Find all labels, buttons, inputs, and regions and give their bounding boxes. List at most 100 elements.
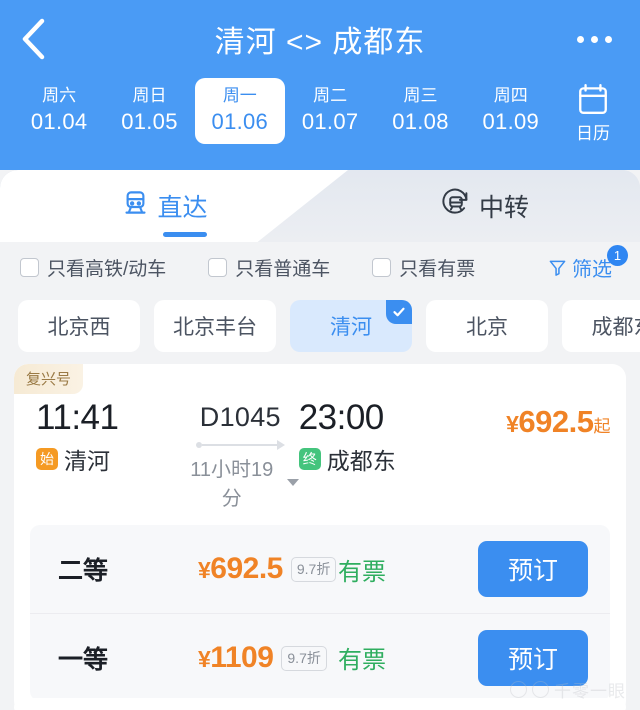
arrival-station-line: 终 成都东 — [298, 442, 455, 476]
date-strip: 周六 01.04 周日 01.05 周一 01.06 周二 01.07 周三 0… — [0, 78, 640, 166]
discount-badge: 9.7折 — [281, 645, 327, 671]
station-chip-beijingxi[interactable]: 北京西 — [18, 300, 140, 352]
route-arrow-icon — [276, 440, 285, 450]
date-item-0[interactable]: 周六 01.04 — [14, 78, 104, 144]
seat-price-value: 1109 — [210, 640, 274, 674]
station-chip-row[interactable]: 北京西 北京丰台 清河 北京 成都东 — [0, 292, 640, 364]
date-item-1[interactable]: 周日 01.05 — [104, 78, 194, 144]
duration-expander[interactable]: 11小时19分 — [182, 453, 299, 511]
train-search-results-screen: 清河 <> 成都东 周六 01.04 周日 01.05 周一 01.06 周二 — [0, 0, 640, 710]
date-item-4[interactable]: 周三 01.08 — [375, 78, 465, 144]
page-title: 清河 <> 成都东 — [214, 26, 426, 59]
more-horizontal-icon[interactable] — [562, 0, 626, 78]
more-dot-2 — [590, 35, 598, 43]
start-station-badge: 始 — [36, 448, 58, 470]
date-value: 01.09 — [482, 109, 540, 134]
train-front-icon — [122, 189, 149, 223]
seat-availability: 有票 — [338, 558, 386, 586]
nav-bar: 清河 <> 成都东 — [0, 0, 640, 78]
departure-block: 11:41 始 清河 — [36, 396, 182, 476]
station-chip-label: 北京丰台 — [173, 316, 257, 339]
train-result-card[interactable]: 复兴号 11:41 始 清河 D1045 11小时19分 23:00 终 成都东… — [14, 364, 626, 710]
seat-price-block: ¥692.5 9.7折 — [198, 552, 338, 586]
date-value: 01.04 — [30, 109, 88, 134]
tab-direct-label: 直达 — [157, 194, 208, 222]
seat-price: ¥692.5 — [198, 552, 283, 586]
filter-label: 筛选 — [572, 258, 612, 281]
date-item-2-selected[interactable]: 周一 01.06 — [194, 78, 285, 144]
duration-label: 11小时19分 — [190, 459, 274, 510]
checkbox-available-only[interactable]: 只看有票 — [372, 254, 475, 281]
date-value: 01.08 — [392, 109, 449, 134]
date-item-3[interactable]: 周二 01.07 — [285, 78, 375, 144]
results-panel: 直达 中转 只看高铁/动车 只看普通车 只看有票 筛选 1 北京西 北京丰台 清… — [0, 170, 640, 710]
date-value: 01.06 — [211, 109, 269, 134]
filter-badge-count: 1 — [607, 244, 628, 266]
seat-row-second-class: 二等 ¥692.5 9.7折 有票 预订 — [30, 525, 610, 613]
app-header: 清河 <> 成都东 周六 01.04 周日 01.05 周一 01.06 周二 — [0, 0, 640, 170]
date-weekday: 周三 — [403, 86, 438, 105]
checkbox-box — [372, 257, 392, 277]
date-weekday: 周四 — [493, 86, 528, 105]
filter-button[interactable]: 筛选 1 — [548, 244, 628, 282]
station-chip-label: 北京 — [466, 316, 508, 339]
calendar-label: 日历 — [575, 124, 610, 143]
checkbox-label: 只看有票 — [399, 258, 476, 280]
station-chip-label: 清河 — [330, 316, 372, 339]
date-weekday: 周一 — [222, 86, 257, 105]
checkbox-high-speed-only[interactable]: 只看高铁/动车 — [20, 254, 166, 281]
departure-time: 11:41 — [36, 398, 119, 437]
calendar-icon — [576, 82, 610, 121]
seat-class-name: 一等 — [58, 645, 109, 674]
departure-station-line: 始 清河 — [36, 442, 182, 476]
checkbox-box — [20, 257, 39, 277]
price-from-suffix: 起 — [593, 417, 611, 436]
filter-row: 只看高铁/动车 只看普通车 只看有票 筛选 1 — [0, 242, 640, 292]
date-value: 01.07 — [301, 109, 359, 134]
checkbox-regular-only[interactable]: 只看普通车 — [208, 254, 330, 281]
more-dot-3 — [604, 35, 612, 43]
tab-bar: 直达 中转 — [0, 170, 640, 242]
train-transfer-icon — [441, 188, 471, 225]
checkbox-label: 只看普通车 — [235, 258, 331, 280]
checkbox-label: 只看高铁/动车 — [47, 258, 167, 280]
tab-transfer[interactable]: 中转 — [330, 170, 640, 242]
station-chip-qinghe-selected[interactable]: 清河 — [290, 300, 412, 352]
chevron-down-icon — [286, 478, 299, 486]
date-weekday: 周二 — [313, 86, 348, 105]
station-chip-chengdudong[interactable]: 成都东 — [562, 300, 640, 352]
arrival-time: 23:00 — [298, 398, 385, 437]
calendar-button[interactable]: 日历 — [556, 78, 630, 145]
check-icon — [386, 300, 412, 324]
date-value: 01.05 — [121, 109, 178, 134]
more-dot-1 — [576, 35, 584, 43]
seat-price: ¥1109 — [198, 640, 274, 675]
book-button[interactable]: 预订 — [478, 629, 588, 686]
lowest-price: ¥692.5起 — [454, 404, 610, 440]
seat-row-first-class: 一等 ¥1109 9.7折 有票 预订 — [30, 613, 610, 701]
book-button[interactable]: 预订 — [478, 541, 588, 597]
route-line — [195, 439, 285, 451]
back-icon[interactable] — [0, 0, 66, 78]
seat-class-table: 二等 ¥692.5 9.7折 有票 预订 一等 ¥1109 9.7折 有票 预订 — [30, 525, 610, 701]
seat-class-name: 二等 — [58, 557, 109, 585]
lowest-price-block: ¥692.5起 — [454, 396, 610, 440]
date-item-5[interactable]: 周四 01.09 — [466, 78, 556, 144]
seat-availability: 有票 — [338, 647, 386, 674]
discount-badge: 9.7折 — [290, 557, 337, 582]
currency-symbol: ¥ — [198, 557, 211, 583]
date-weekday: 周六 — [42, 86, 77, 105]
lowest-price-value: 692.5 — [518, 404, 594, 439]
station-chip-beijing[interactable]: 北京 — [426, 300, 548, 352]
departure-station-name: 清河 — [64, 448, 110, 474]
currency-symbol: ¥ — [506, 411, 519, 437]
station-chip-label: 北京西 — [47, 316, 111, 339]
tab-active-indicator — [163, 232, 207, 237]
train-middle-block: D1045 11小时19分 — [182, 396, 299, 511]
train-number: D1045 — [199, 402, 281, 432]
next-result-card-peek[interactable] — [14, 698, 626, 710]
currency-symbol: ¥ — [198, 645, 211, 672]
station-chip-label: 成都东 — [591, 316, 640, 339]
checkbox-box — [208, 257, 228, 277]
station-chip-beijingfengtai[interactable]: 北京丰台 — [154, 300, 276, 352]
